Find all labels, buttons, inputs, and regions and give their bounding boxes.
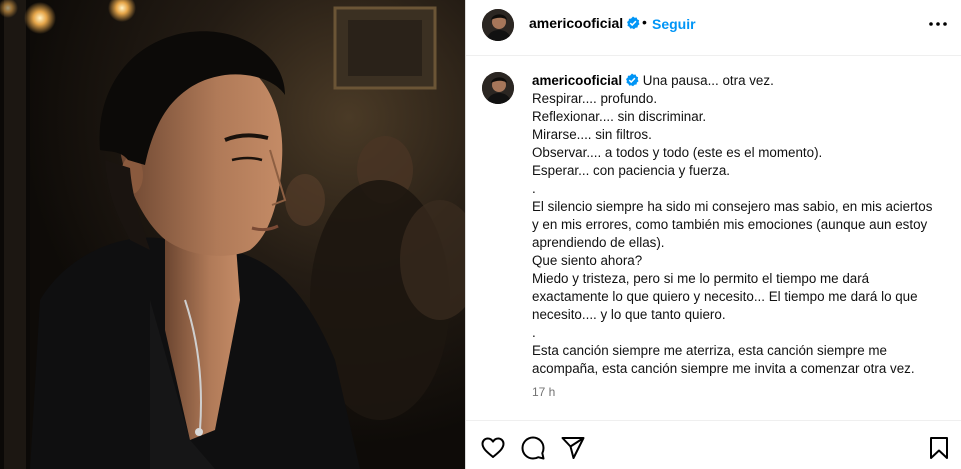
header-separator: • <box>642 14 647 30</box>
caption-line: Mirarse.... sin filtros. <box>532 127 652 142</box>
portrait-image <box>0 0 465 469</box>
heart-icon[interactable] <box>480 435 506 461</box>
avatar[interactable] <box>482 9 514 41</box>
follow-button[interactable]: Seguir <box>652 16 696 32</box>
caption-first-line: americooficial Una pausa... otra vez. <box>532 72 942 90</box>
caption-area: americooficial Una pausa... otra vez. Re… <box>466 57 961 419</box>
bookmark-icon[interactable] <box>926 435 952 461</box>
post-timestamp[interactable]: 17 h <box>532 385 555 399</box>
username-text[interactable]: americooficial <box>529 15 623 31</box>
like-button[interactable] <box>480 435 506 461</box>
share-icon[interactable] <box>560 435 586 461</box>
username[interactable]: americooficial <box>529 15 640 31</box>
post-caption: americooficial Una pausa... otra vez. Re… <box>532 72 942 378</box>
caption-line: . <box>532 325 536 340</box>
save-button[interactable] <box>926 435 952 461</box>
caption-line: Reflexionar.... sin discriminar. <box>532 109 707 124</box>
caption-line: Respirar.... profundo. <box>532 91 658 106</box>
caption-line: Observar.... a todos y todo (este es el … <box>532 145 823 160</box>
caption-line: Esperar... con paciencia y fuerza. <box>532 163 730 178</box>
verified-badge-icon <box>627 16 640 30</box>
verified-badge-icon <box>626 73 639 87</box>
post-header: americooficial • Seguir <box>466 0 961 56</box>
caption-line: Que siento ahora? <box>532 253 643 268</box>
share-button[interactable] <box>560 435 586 461</box>
caption-line: Miedo y tristeza, pero si me lo permito … <box>532 271 918 322</box>
caption-line: Esta canción siempre me aterriza, esta c… <box>532 343 915 376</box>
caption-line: El silencio siempre ha sido mi consejero… <box>532 199 933 250</box>
caption-line: . <box>532 181 536 196</box>
comment-icon[interactable] <box>520 435 546 461</box>
caption-text: Una pausa... otra vez. <box>642 73 774 88</box>
more-options-icon[interactable] <box>928 14 948 34</box>
caption-username[interactable]: americooficial <box>532 73 622 88</box>
comment-button[interactable] <box>520 435 546 461</box>
post-photo[interactable] <box>0 0 465 469</box>
caption-avatar[interactable] <box>482 72 514 104</box>
action-bar <box>466 420 961 469</box>
post-detail-panel: americooficial • Seguir americooficial U… <box>465 0 961 469</box>
